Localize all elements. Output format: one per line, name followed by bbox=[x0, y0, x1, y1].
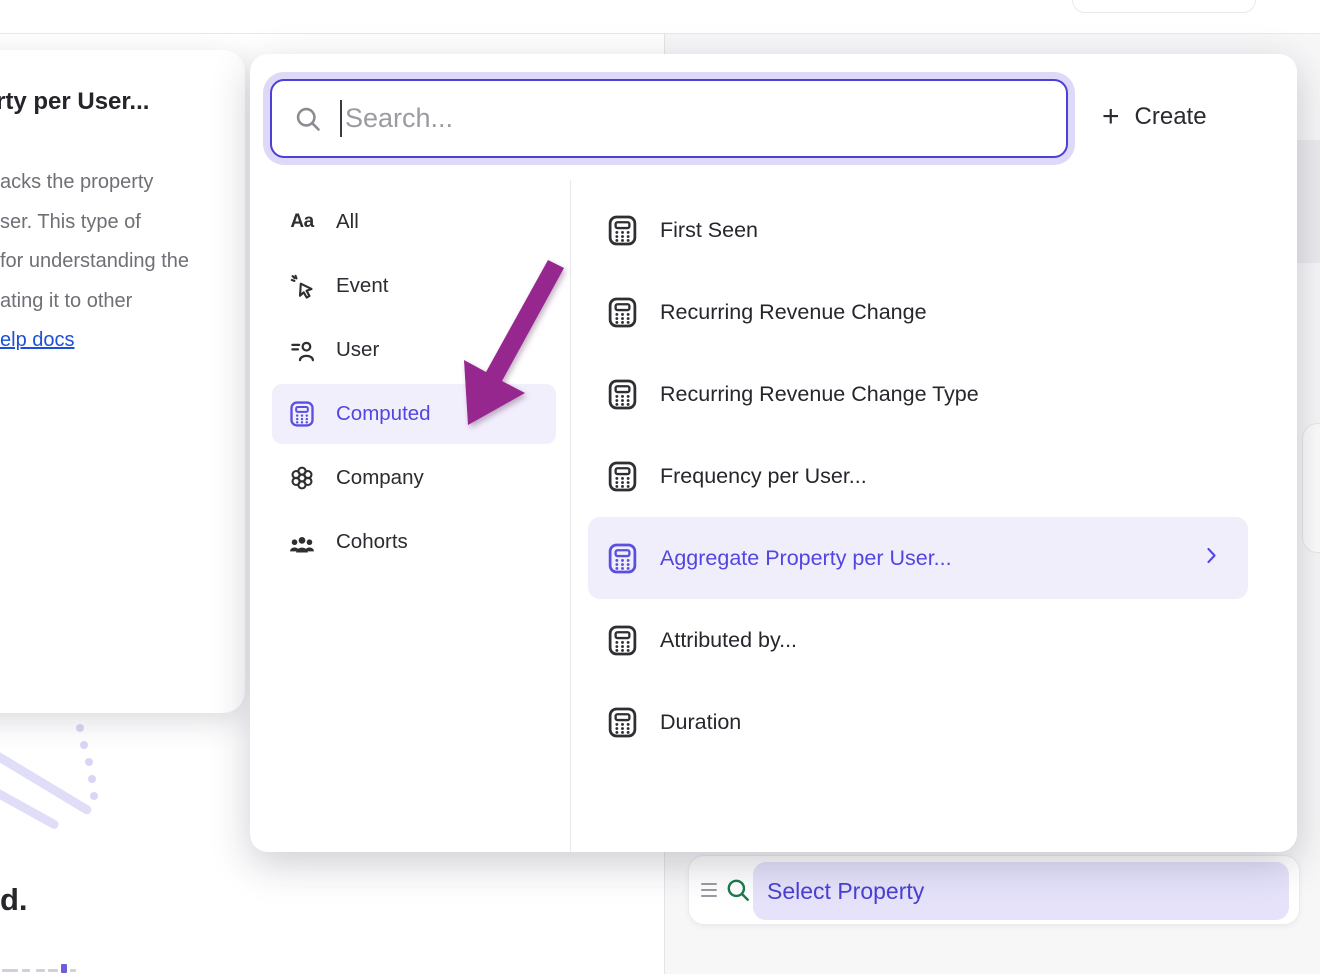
property-recurring-revenue-change[interactable]: Recurring Revenue Change bbox=[588, 271, 1248, 353]
property-tooltip-card: rty per User... acks the property ser. T… bbox=[0, 50, 245, 713]
screen: rty per User... acks the property ser. T… bbox=[0, 0, 1320, 974]
calculator-icon bbox=[605, 541, 639, 575]
decorative-dot bbox=[85, 758, 93, 766]
tooltip-body: acks the property ser. This type of for … bbox=[0, 163, 189, 361]
property-aggregate-property-per-user[interactable]: Aggregate Property per User... bbox=[588, 517, 1248, 599]
cohorts-icon bbox=[287, 527, 317, 557]
background-pill-partial bbox=[1072, 0, 1256, 13]
category-company[interactable]: Company bbox=[272, 448, 556, 508]
clipped-text-fragment bbox=[48, 969, 58, 972]
search-input[interactable] bbox=[345, 103, 1066, 134]
calculator-icon bbox=[605, 213, 639, 247]
clipped-text-fragment bbox=[22, 969, 30, 972]
property-list: First Seen Recurring Revenue Change Recu… bbox=[588, 189, 1248, 763]
drag-handle-icon[interactable] bbox=[701, 883, 717, 898]
tooltip-body-line: ating it to other bbox=[0, 282, 189, 322]
text-caret bbox=[340, 100, 342, 137]
property-frequency-per-user[interactable]: Frequency per User... bbox=[588, 435, 1248, 517]
decorative-dot bbox=[90, 792, 98, 800]
property-recurring-revenue-change-type[interactable]: Recurring Revenue Change Type bbox=[588, 353, 1248, 435]
search-icon bbox=[725, 877, 751, 903]
create-button[interactable]: + Create bbox=[1102, 92, 1207, 142]
tooltip-body-line: for understanding the bbox=[0, 242, 189, 282]
calculator-icon bbox=[605, 705, 639, 739]
help-docs-link[interactable]: elp docs bbox=[0, 329, 75, 351]
clipped-text-fragment bbox=[2, 969, 18, 972]
background-card-partial bbox=[1302, 423, 1320, 553]
clipped-heading: d. bbox=[0, 882, 28, 918]
search-icon bbox=[294, 105, 322, 133]
property-duration[interactable]: Duration bbox=[588, 681, 1248, 763]
top-divider-line bbox=[0, 33, 1320, 34]
chevron-right-icon bbox=[1201, 545, 1222, 571]
decorative-dot bbox=[88, 775, 96, 783]
calculator-icon bbox=[605, 623, 639, 657]
property-selector-row: Select Property bbox=[688, 855, 1300, 925]
company-icon bbox=[287, 463, 317, 493]
property-first-seen[interactable]: First Seen bbox=[588, 189, 1248, 271]
calculator-icon bbox=[287, 399, 317, 429]
text-aa-icon: Aa bbox=[287, 207, 317, 237]
tooltip-title: rty per User... bbox=[0, 88, 149, 116]
select-property-button[interactable]: Select Property bbox=[753, 862, 1289, 920]
clipped-text-fragment bbox=[36, 969, 45, 972]
plus-icon: + bbox=[1102, 102, 1120, 132]
decorative-dot bbox=[80, 741, 88, 749]
calculator-icon bbox=[605, 295, 639, 329]
tooltip-body-line: acks the property bbox=[0, 163, 189, 203]
property-attributed-by[interactable]: Attributed by... bbox=[588, 599, 1248, 681]
property-picker-modal: + Create Aa All Event User Computed bbox=[250, 54, 1297, 852]
category-all[interactable]: Aa All bbox=[272, 192, 556, 252]
calculator-icon bbox=[605, 459, 639, 493]
decorative-dot bbox=[76, 724, 84, 732]
user-icon bbox=[287, 335, 317, 365]
annotation-arrow bbox=[440, 250, 580, 440]
clipped-text-fragment bbox=[61, 964, 67, 973]
clipped-text-fragment bbox=[70, 969, 76, 972]
calculator-icon bbox=[605, 377, 639, 411]
event-cursor-icon bbox=[287, 271, 317, 301]
search-box[interactable] bbox=[270, 79, 1068, 158]
tooltip-body-line: ser. This type of bbox=[0, 203, 189, 243]
category-cohorts[interactable]: Cohorts bbox=[272, 512, 556, 572]
